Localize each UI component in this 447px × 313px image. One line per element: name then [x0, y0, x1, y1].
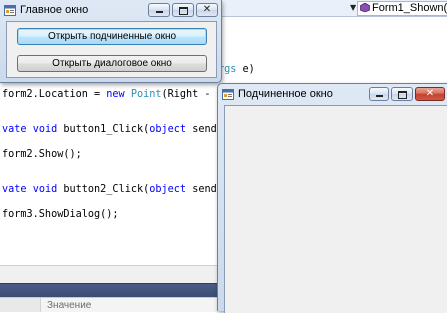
main-window-titlebar[interactable]: Главное окно ✕ — [0, 0, 221, 22]
method-icon — [360, 3, 370, 12]
main-window-client-area: Открыть подчиненные окно Открыть диалого… — [6, 21, 217, 78]
child-window-client-area — [224, 105, 447, 313]
dropdown-arrow-icon[interactable]: ▼ — [350, 3, 356, 12]
form-icon — [4, 5, 16, 16]
main-window: Главное окно ✕ Открыть подчиненные окно … — [0, 0, 222, 83]
maximize-icon — [398, 91, 407, 99]
form-icon — [222, 89, 234, 100]
maximize-button[interactable] — [391, 87, 413, 101]
open-child-window-button[interactable]: Открыть подчиненные окно — [17, 28, 207, 45]
maximize-button[interactable] — [172, 3, 194, 17]
close-button[interactable]: ✕ — [415, 87, 445, 101]
minimize-button[interactable] — [369, 87, 389, 101]
code-line-location: form2.Location = new Point(Right - 10, B… — [2, 89, 254, 100]
method-dropdown[interactable]: Form1_Shown(obje — [357, 1, 447, 16]
code-fragment-args: rgs e) — [218, 64, 255, 75]
properties-value-header: Значение — [47, 300, 92, 311]
child-window-title: Подчиненное окно — [238, 88, 333, 100]
open-dialog-window-button[interactable]: Открыть диалоговое окно — [17, 55, 207, 72]
minimize-icon — [376, 95, 383, 97]
code-line-form2-show: form2.Show(); — [2, 149, 82, 160]
method-dropdown-label: Form1_Shown(obje — [372, 2, 447, 14]
close-icon: ✕ — [202, 4, 212, 15]
child-window: Подчиненное окно ✕ — [217, 83, 447, 313]
properties-name-column — [0, 298, 41, 312]
maximize-icon — [179, 7, 188, 15]
code-line-form3-showdialog: form3.ShowDialog(); — [2, 209, 119, 220]
close-button[interactable]: ✕ — [196, 3, 218, 17]
close-icon: ✕ — [425, 88, 435, 99]
minimize-button[interactable] — [148, 3, 170, 17]
minimize-icon — [156, 11, 163, 13]
child-window-titlebar[interactable]: Подчиненное окно ✕ — [218, 84, 447, 106]
main-window-title: Главное окно — [20, 4, 89, 16]
